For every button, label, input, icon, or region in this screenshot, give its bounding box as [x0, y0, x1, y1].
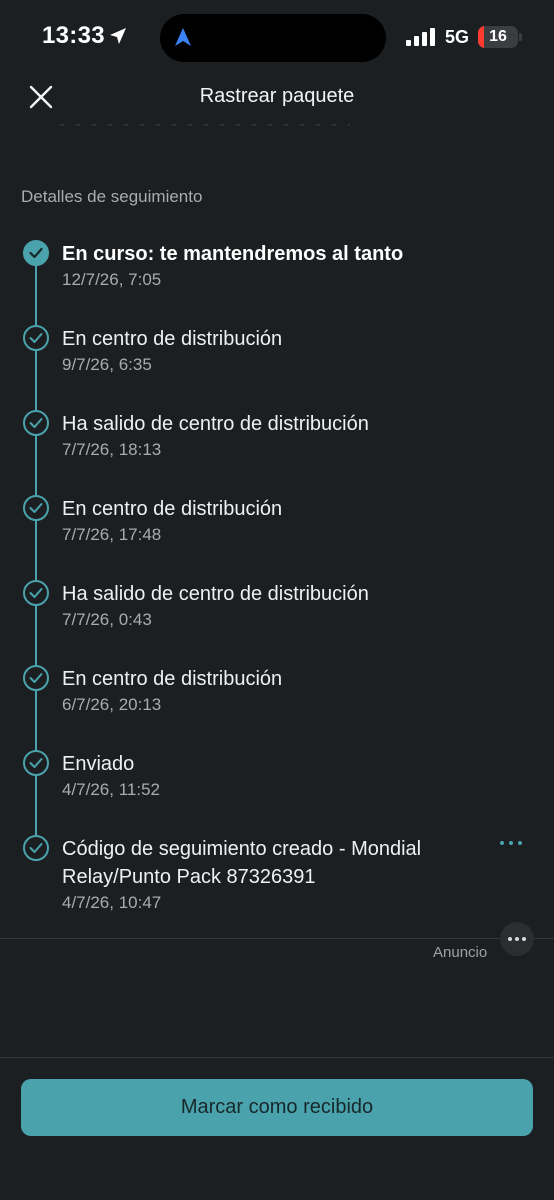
ad-divider: [0, 938, 554, 939]
location-arrow-icon: [110, 28, 126, 44]
page-title: Rastrear paquete: [199, 85, 355, 107]
check-circle-icon: [23, 410, 49, 436]
event-date: 6/7/26, 20:13: [62, 695, 162, 714]
track-package-screen: 13:33 5G 16 Rastrear paquete Detalles de…: [0, 0, 554, 1200]
event-date: 7/7/26, 18:13: [62, 440, 162, 459]
event-date: 4/7/26, 10:47: [62, 893, 162, 912]
check-circle-icon: [23, 580, 49, 606]
mark-received-button[interactable]: Marcar como recibido: [21, 1079, 533, 1136]
check-circle-icon: [23, 240, 49, 266]
event-title: Enviado: [62, 753, 135, 775]
network-type: 5G: [445, 27, 470, 47]
navigation-arrow-icon: [175, 28, 191, 46]
status-time: 13:33: [42, 22, 105, 49]
ad-options-icon[interactable]: [500, 922, 534, 956]
ad-label: Anuncio: [433, 944, 488, 961]
status-bar: 13:33 5G 16: [0, 0, 554, 76]
event-date: 7/7/26, 17:48: [62, 525, 162, 544]
event-title: Código de seguimiento creado - Mondial R…: [62, 838, 422, 888]
check-circle-icon: [23, 495, 49, 521]
tracking-details-label: Detalles de seguimiento: [21, 187, 203, 206]
event-date: 12/7/26, 7:05: [62, 270, 162, 289]
event-title: En centro de distribución: [62, 498, 283, 520]
check-circle-icon: [23, 325, 49, 351]
event-date: 9/7/26, 6:35: [62, 355, 152, 374]
battery-tip: [519, 33, 522, 41]
cellular-signal-icon: [406, 28, 435, 46]
event-title: En curso: te mantendremos al tanto: [62, 243, 404, 265]
battery-icon: 16: [478, 26, 518, 48]
footer-divider: [0, 1057, 554, 1058]
more-options-icon[interactable]: [499, 835, 523, 851]
event-title: Ha salido de centro de distribución: [62, 583, 369, 605]
scrolled-content-edge: [60, 124, 350, 126]
event-title: En centro de distribución: [62, 328, 283, 350]
event-title: Ha salido de centro de distribución: [62, 413, 369, 435]
event-date: 4/7/26, 11:52: [62, 780, 160, 799]
battery-percentage: 16: [489, 28, 507, 45]
check-circle-icon: [23, 665, 49, 691]
event-title: En centro de distribución: [62, 668, 283, 690]
check-circle-icon: [23, 750, 49, 776]
event-date: 7/7/26, 0:43: [62, 610, 152, 629]
check-circle-icon: [23, 835, 49, 861]
